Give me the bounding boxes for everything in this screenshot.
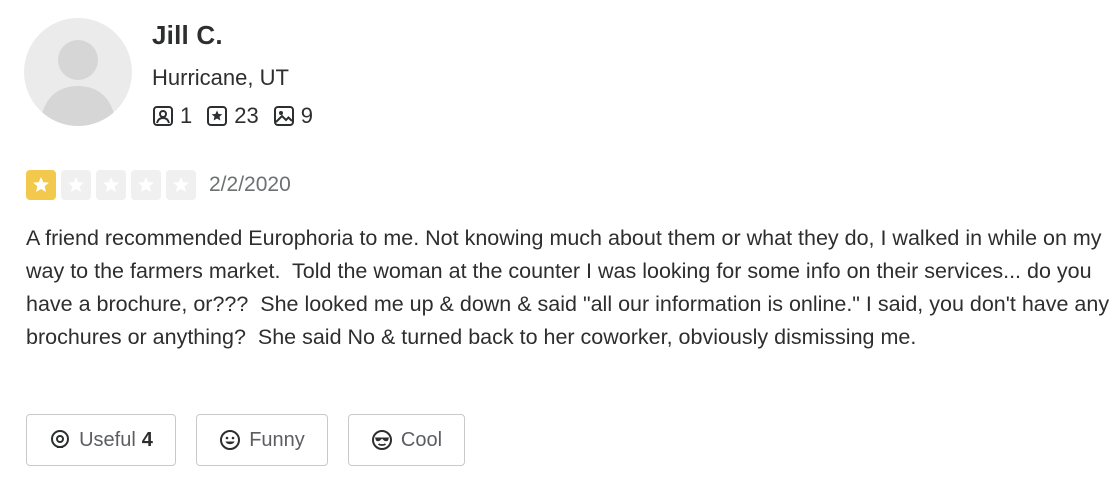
friends-icon [153,106,173,126]
lightbulb-icon [51,430,70,448]
photo-icon [273,106,294,126]
funny-label: Funny [249,428,305,451]
review-text: A friend recommended Europhoria to me. N… [26,226,1110,349]
user-info: Jill C. Hurricane, UT 1 23 9 [152,18,327,129]
review-date: 2/2/2020 [209,173,291,196]
star-empty-icon [166,170,196,200]
reaction-buttons: Useful 4 Funny Cool [26,414,485,466]
avatar-silhouette-icon [40,40,116,126]
reviews-stat: 23 [206,103,259,129]
star-empty-icon [61,170,91,200]
review-rating-row: 2/2/2020 [26,170,291,200]
photos-count: 9 [300,103,313,128]
cool-button[interactable]: Cool [348,414,465,466]
user-location: Hurricane, UT [152,65,289,90]
useful-label: Useful [79,428,136,451]
star-empty-icon [131,170,161,200]
user-avatar[interactable] [24,18,132,126]
smiley-icon [220,430,241,450]
review-star-icon [207,106,228,126]
star-filled-icon [26,170,56,200]
funny-button[interactable]: Funny [196,414,328,466]
star-rating [26,170,201,200]
sunglasses-face-icon [371,430,392,450]
reviews-count: 23 [234,103,259,128]
useful-count: 4 [141,428,153,451]
user-stats: 1 23 9 [152,103,327,129]
photos-stat: 9 [273,103,313,129]
friends-stat: 1 [152,103,192,129]
user-passport: Jill C. Hurricane, UT 1 23 9 [24,18,327,129]
star-empty-icon [96,170,126,200]
friends-count: 1 [180,103,193,128]
cool-label: Cool [400,428,443,451]
useful-button[interactable]: Useful 4 [26,414,176,466]
user-name[interactable]: Jill C. [152,20,327,51]
